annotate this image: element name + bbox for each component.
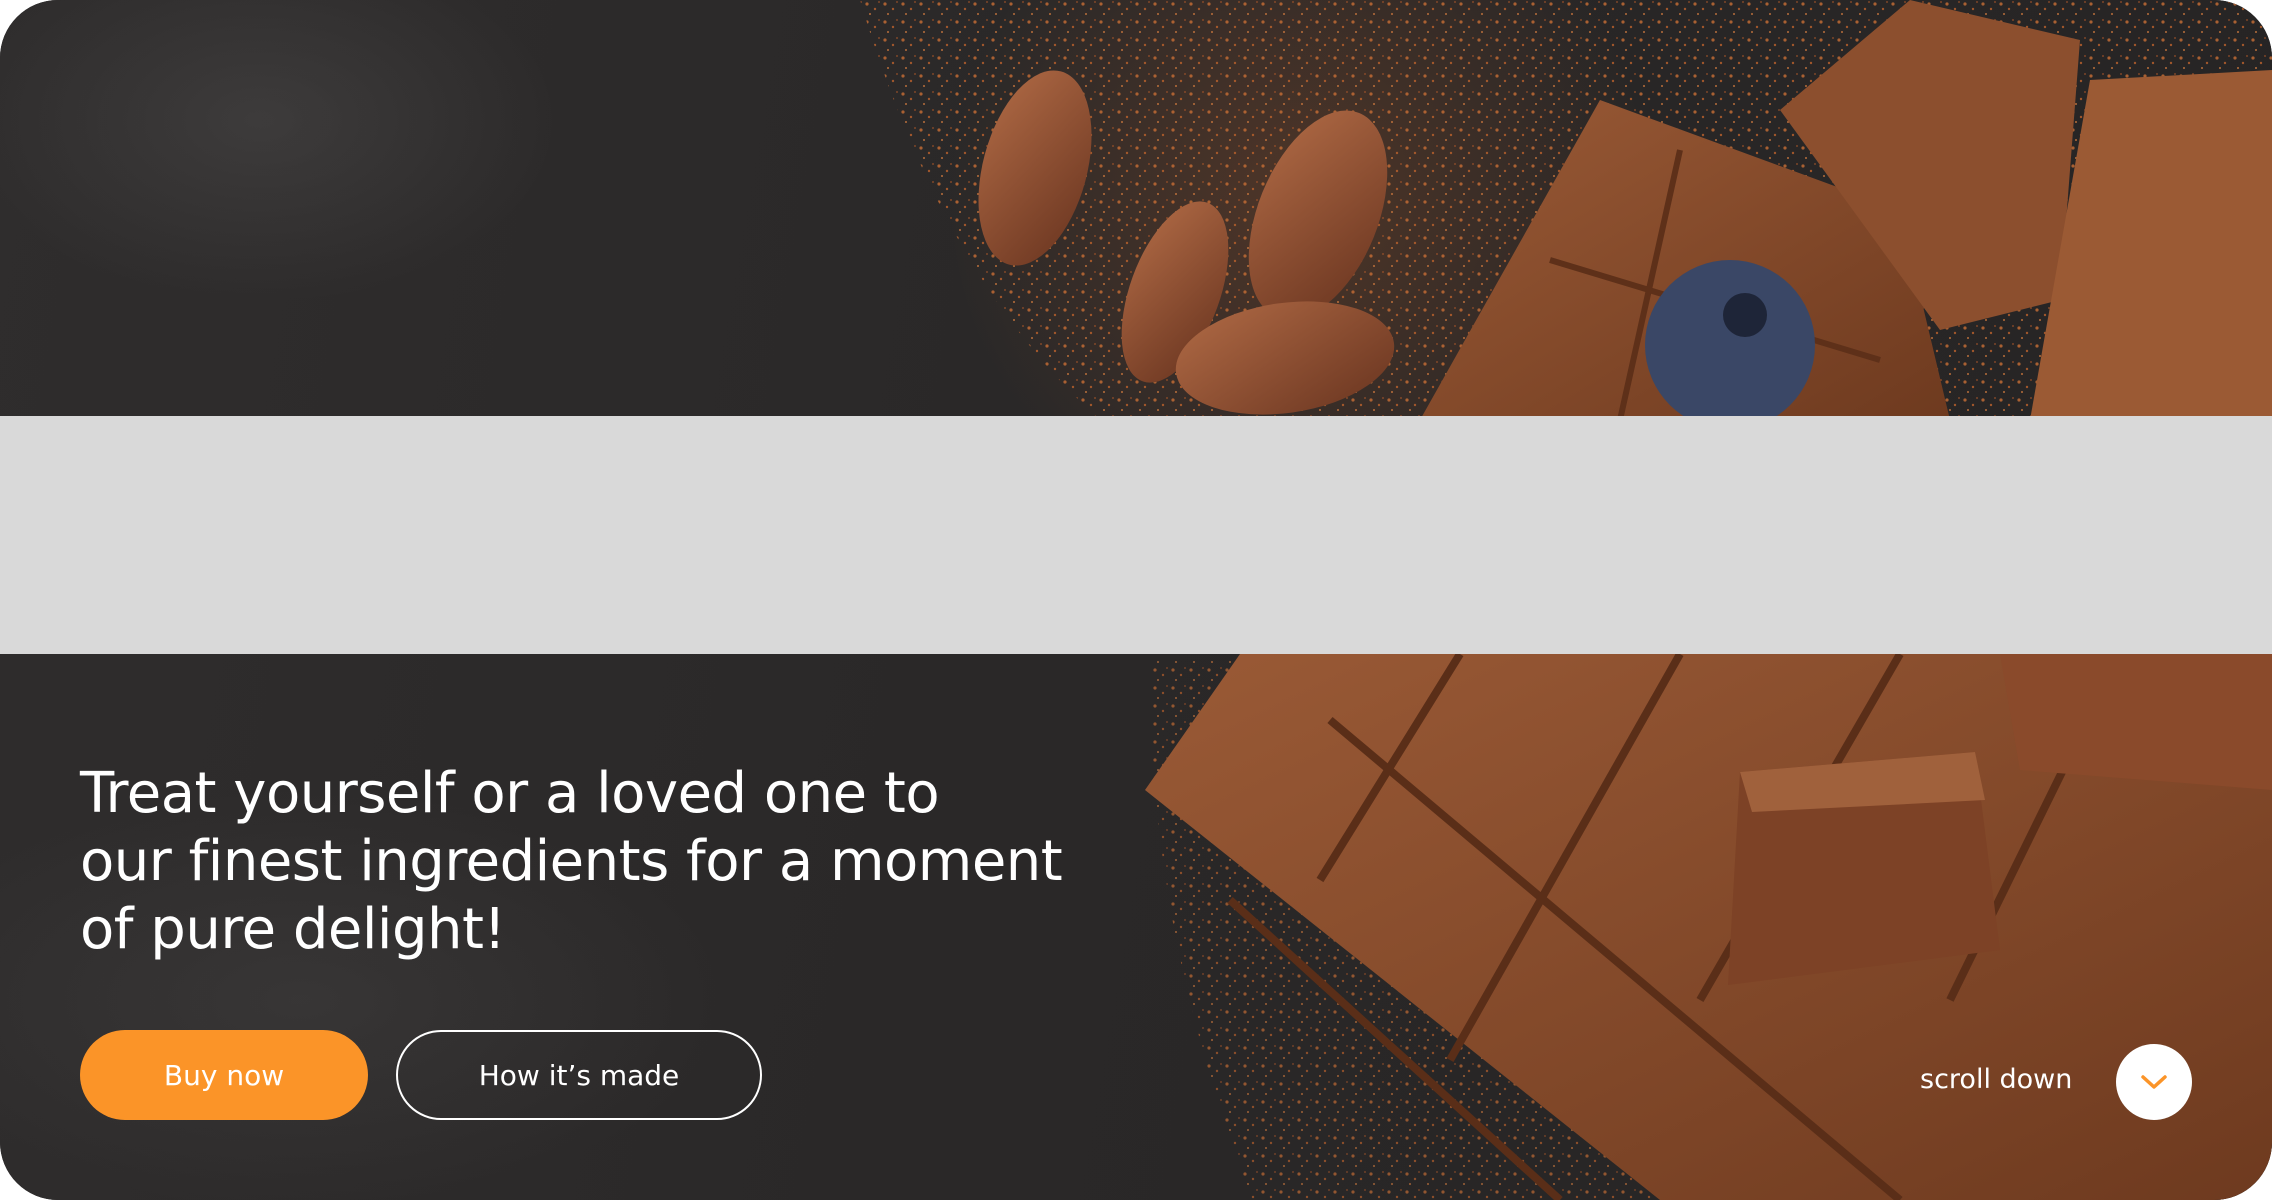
how-its-made-label: How it’s made — [478, 1058, 680, 1092]
placeholder-band — [0, 416, 2272, 654]
how-its-made-button[interactable]: How it’s made — [396, 1030, 762, 1120]
chevron-down-icon — [2141, 1075, 2167, 1089]
buy-now-label: Buy now — [163, 1058, 285, 1092]
headline-line-1: Treat yourself or a loved one to — [80, 761, 940, 826]
headline-line-3: of pure delight! — [80, 897, 506, 962]
hero-section: Treat yourself or a loved one to our fin… — [0, 0, 2272, 1200]
buy-now-button[interactable]: Buy now — [80, 1030, 368, 1120]
headline-line-2: our finest ingredients for a moment — [80, 829, 1063, 894]
scroll-down-label: scroll down — [1920, 1064, 2073, 1095]
scroll-down-button[interactable] — [2116, 1044, 2192, 1120]
hero-headline: Treat yourself or a loved one to our fin… — [80, 760, 1080, 964]
